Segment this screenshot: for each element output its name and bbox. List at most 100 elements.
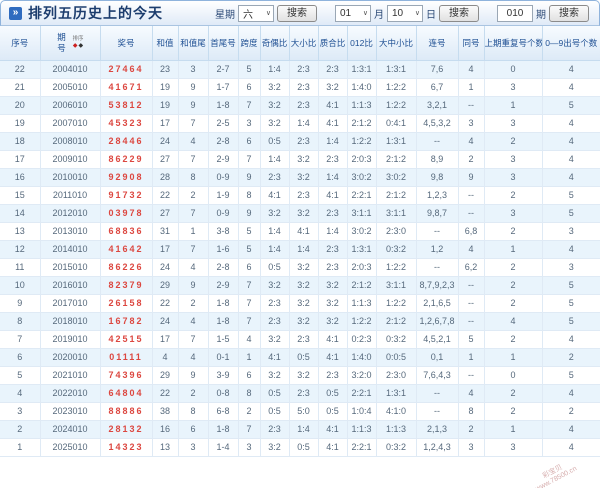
column-header-first-last: 首尾号 <box>207 26 239 61</box>
cell-prize: 28446 <box>99 131 153 151</box>
cell-first-last: 2-7 <box>207 59 239 79</box>
cell-first-last: 6-8 <box>207 401 239 421</box>
cell-digit-count: 2 <box>541 401 600 421</box>
cell-first-last: 2-5 <box>207 113 239 133</box>
cell-big-small: 2:3 <box>288 131 319 151</box>
sort-asc-icon[interactable]: ◆ <box>73 43 78 49</box>
table-row: 11 2015010 86226 24 4 2-8 6 0:5 3:2 2:3 2:0:3 1:2:2… <box>0 257 600 277</box>
cell-digit-count: 5 <box>541 185 600 205</box>
cell-consecutive: 9,8 <box>415 167 459 187</box>
cell-same-number: 6,2 <box>457 257 485 277</box>
cell-repeat-count: 0 <box>483 365 543 385</box>
cell-mod3-ratio: 1:3:1 <box>346 239 377 259</box>
issue-input[interactable] <box>497 4 533 22</box>
cell-sum: 22 <box>151 293 179 313</box>
history-table: 序号 期号 排序 ◆ ◆ 奖号 和值 和值尾 首尾号 跨度 奇偶比 大小比 质合比 012比 大中小比 连号同… <box>0 26 600 457</box>
cell-issue: 2017010 <box>39 293 101 313</box>
column-header-prime-composite: 质合比 <box>317 26 348 61</box>
cell-serial: 3 <box>0 401 41 421</box>
cell-sum: 17 <box>151 239 179 259</box>
table-row: 9 2017010 26158 22 2 1-8 7 2:3 3:2 3:2 1:1:3 1:2:2 2… <box>0 293 600 313</box>
cell-same-number: 4 <box>457 383 485 403</box>
cell-consecutive: 2,1,6,5 <box>415 293 459 313</box>
cell-big-mid-small: 1:2:2 <box>375 293 417 313</box>
cell-digit-count: 3 <box>541 257 600 277</box>
cell-sum-tail: 4 <box>177 311 209 331</box>
cell-sum-tail: 9 <box>177 275 209 295</box>
site-watermark: 彩宝贝 www.78500.cn <box>531 458 579 488</box>
cell-digit-count: 2 <box>541 347 600 367</box>
cell-prime-composite: 2:3 <box>317 239 348 259</box>
table-row: 14 2012010 03978 27 7 0-9 9 3:2 3:2 2:3 3:1:1 3:1:1… <box>0 203 600 223</box>
cell-mod3-ratio: 1:3:1 <box>346 59 377 79</box>
week-search-button[interactable]: 搜索 <box>277 4 317 22</box>
cell-odd-even: 3:2 <box>259 437 290 457</box>
cell-sum: 22 <box>151 383 179 403</box>
chevron-down-icon: ∨ <box>414 10 420 17</box>
day-select[interactable]: 10 ∨ <box>387 4 423 22</box>
cell-prime-composite: 1:4 <box>317 167 348 187</box>
cell-prime-composite: 0:5 <box>317 383 348 403</box>
cell-sum: 17 <box>151 329 179 349</box>
cell-sum: 13 <box>151 437 179 457</box>
table-row: 7 2019010 42515 17 7 1-5 4 3:2 2:3 4:1 0:2:3 0:3:2 4… <box>0 329 600 349</box>
sort-widget[interactable]: 排序 ◆ ◆ <box>72 36 84 50</box>
cell-big-small: 3:2 <box>288 257 319 277</box>
cell-same-number: 3 <box>457 113 485 133</box>
cell-span: 8 <box>237 185 261 205</box>
cell-repeat-count: 3 <box>483 203 543 223</box>
cell-sum: 16 <box>151 419 179 439</box>
cell-prime-composite: 4:1 <box>317 419 348 439</box>
cell-prize: 41671 <box>99 77 153 97</box>
cell-issue: 2021010 <box>39 365 101 385</box>
title-bar: » 排列五历史上的今天 星期 六 ∨ 搜索 01 ∨ 月 10 ∨ 日 搜索 0… <box>0 0 600 26</box>
cell-span: 7 <box>237 275 261 295</box>
cell-prime-composite: 3:2 <box>317 77 348 97</box>
cell-big-mid-small: 2:3:0 <box>375 221 417 241</box>
cell-first-last: 1-4 <box>207 437 239 457</box>
cell-issue: 2008010 <box>39 131 101 151</box>
cell-repeat-count: 4 <box>483 311 543 331</box>
cell-consecutive: -- <box>415 401 459 421</box>
cell-same-number: -- <box>457 185 485 205</box>
chevron-down-icon: ∨ <box>265 10 271 17</box>
cell-first-last: 2-9 <box>207 275 239 295</box>
cell-mod3-ratio: 0:2:3 <box>346 329 377 349</box>
cell-prize: 27464 <box>99 59 153 79</box>
cell-sum-tail: 3 <box>177 437 209 457</box>
cell-span: 7 <box>237 95 261 115</box>
watermark-url: www.78500.cn <box>535 465 579 488</box>
cell-digit-count: 4 <box>541 77 600 97</box>
date-search-group: 01 ∨ 月 10 ∨ 日 搜索 <box>335 4 479 22</box>
cell-issue: 2005010 <box>39 77 101 97</box>
cell-consecutive: 3,2,1 <box>415 95 459 115</box>
cell-serial: 10 <box>0 275 41 295</box>
cell-digit-count: 4 <box>541 383 600 403</box>
cell-sum-tail: 9 <box>177 95 209 115</box>
date-search-button[interactable]: 搜索 <box>439 4 479 22</box>
cell-odd-even: 0:5 <box>259 257 290 277</box>
table-row: 10 2016010 82379 29 9 2-9 7 3:2 3:2 3:2 2:1:2 3:1:1… <box>0 275 600 295</box>
cell-span: 4 <box>237 329 261 349</box>
cell-repeat-count: 3 <box>483 77 543 97</box>
cell-big-mid-small: 0:0:5 <box>375 347 417 367</box>
cell-consecutive: 4,5,2,1 <box>415 329 459 349</box>
month-select[interactable]: 01 ∨ <box>335 4 371 22</box>
sort-desc-icon[interactable]: ◆ <box>78 43 83 49</box>
cell-span: 8 <box>237 383 261 403</box>
cell-odd-even: 0:5 <box>259 131 290 151</box>
cell-mod3-ratio: 1:1:3 <box>346 293 377 313</box>
cell-mod3-ratio: 1:1:3 <box>346 95 377 115</box>
table-row: 2 2024010 28132 16 6 1-8 7 2:3 1:4 4:1 1:1:3 1:1:3 2… <box>0 419 600 439</box>
cell-first-last: 0-8 <box>207 383 239 403</box>
cell-same-number: 5 <box>457 329 485 349</box>
cell-span: 3 <box>237 437 261 457</box>
issue-search-button[interactable]: 搜索 <box>549 4 589 22</box>
cell-repeat-count: 1 <box>483 419 543 439</box>
column-header-issue[interactable]: 期号 排序 ◆ ◆ <box>39 26 101 61</box>
cell-mod3-ratio: 2:2:1 <box>346 437 377 457</box>
week-select[interactable]: 六 ∨ <box>238 4 274 22</box>
cell-span: 3 <box>237 113 261 133</box>
week-label: 星期 <box>215 9 235 21</box>
cell-prize: 01111 <box>99 347 153 367</box>
